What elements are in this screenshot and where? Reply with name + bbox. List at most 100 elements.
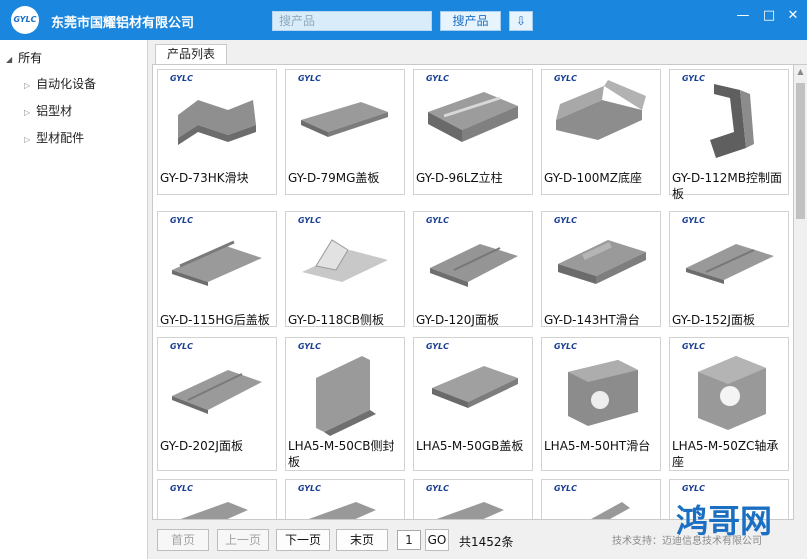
brand-mark: GYLC — [298, 74, 322, 83]
profile-render — [178, 100, 256, 145]
scroll-thumb[interactable] — [796, 83, 805, 219]
profile-render — [301, 102, 388, 137]
category-tree: ◢ 所有 ▷ 自动化设备 ▷ 铝型材 ▷ 型材配件 — [0, 40, 148, 559]
go-button[interactable]: GO — [425, 529, 449, 551]
product-name: GY-D-115HG后盖板 — [160, 313, 270, 327]
brand-mark: GYLC — [426, 342, 450, 351]
profile-render — [430, 244, 518, 287]
brand-mark: GYLC — [682, 342, 706, 351]
product-card[interactable]: GYLC GY-D-120J面板 — [413, 211, 533, 327]
product-image: GYLC — [670, 70, 788, 168]
product-card[interactable]: GYLC GY-D-100MZ底座 — [541, 69, 661, 195]
brand-mark: GYLC — [426, 484, 450, 493]
product-name: GY-D-96LZ立柱 — [416, 171, 503, 185]
tree-item-accessories[interactable]: ▷ 型材配件 — [24, 129, 84, 146]
minimize-icon[interactable]: — — [735, 8, 751, 24]
brand-mark: GYLC — [298, 342, 322, 351]
product-card[interactable]: GYLC GY-D-202J面板 — [157, 337, 277, 471]
product-card[interactable]: GYLC GY-D-112MB控制面板 — [669, 69, 789, 201]
product-name: GY-D-120J面板 — [416, 313, 499, 327]
tab-product-list[interactable]: 产品列表 — [155, 44, 227, 64]
profile-render — [428, 92, 518, 142]
profile-render — [556, 80, 646, 140]
maximize-icon[interactable]: □ — [761, 8, 777, 24]
product-card[interactable]: GYLC LHA5-M-50ZC轴承座 — [669, 337, 789, 471]
product-image: GYLC — [286, 338, 404, 436]
last-page-button[interactable]: 末页 — [336, 529, 388, 551]
product-card[interactable]: GYLC GY-D-79MG盖板 — [285, 69, 405, 195]
brand-mark: GYLC — [426, 216, 450, 225]
product-name: GY-D-202J面板 — [160, 439, 243, 453]
product-image: GYLC — [158, 480, 276, 519]
product-image: GYLC — [542, 70, 660, 168]
product-name: GY-D-73HK滑块 — [160, 171, 249, 185]
product-card[interactable]: GYLC GY-D-118CB侧板 — [285, 211, 405, 327]
search-button[interactable]: 搜产品 — [440, 11, 501, 31]
product-image: GYLC — [414, 212, 532, 310]
product-card[interactable]: GYLC GY-D-73HK滑块 — [157, 69, 277, 195]
product-card[interactable]: GYLC — [541, 479, 661, 519]
tree-root-all[interactable]: ◢ 所有 — [6, 49, 42, 66]
brand-mark: GYLC — [682, 484, 706, 493]
scroll-up-icon[interactable]: ▲ — [794, 67, 807, 79]
product-card[interactable]: GYLC GY-D-143HT滑台 — [541, 211, 661, 327]
first-page-button[interactable]: 首页 — [157, 529, 209, 551]
brand-mark: GYLC — [298, 484, 322, 493]
page-number-input[interactable]: 1 — [397, 530, 421, 550]
collapse-triangle-icon[interactable]: ▷ — [24, 135, 30, 144]
product-image: GYLC — [414, 338, 532, 436]
company-logo: GYLC — [11, 6, 39, 34]
brand-mark: GYLC — [170, 74, 194, 83]
brand-mark: GYLC — [554, 342, 578, 351]
brand-mark: GYLC — [682, 216, 706, 225]
product-image: GYLC — [542, 212, 660, 310]
product-card[interactable]: GYLC — [413, 479, 533, 519]
product-image: GYLC — [158, 338, 276, 436]
vertical-scrollbar[interactable]: ▲ — [794, 64, 807, 520]
product-card[interactable]: GYLC GY-D-115HG后盖板 — [157, 211, 277, 327]
product-image: GYLC — [286, 212, 404, 310]
product-card[interactable]: GYLC GY-D-152J面板 — [669, 211, 789, 327]
product-name: GY-D-118CB侧板 — [288, 313, 385, 327]
product-name: LHA5-M-50CB侧封板 — [288, 439, 395, 469]
collapse-triangle-icon[interactable]: ▷ — [24, 81, 30, 90]
profile-render — [302, 239, 388, 282]
collapse-triangle-icon[interactable]: ▷ — [24, 108, 30, 117]
profile-render — [568, 360, 638, 426]
product-name: LHA5-M-50ZC轴承座 — [672, 439, 779, 469]
profile-render — [172, 240, 262, 286]
product-name: GY-D-79MG盖板 — [288, 171, 380, 185]
support-text: 技术支持：迈迪信息技术有限公司 — [612, 536, 762, 547]
brand-mark: GYLC — [298, 216, 322, 225]
app-title: 东莞市国耀铝材有限公司 — [51, 16, 195, 31]
product-card[interactable]: GYLC LHA5-M-50HT滑台 — [541, 337, 661, 471]
product-card[interactable]: GYLC GY-D-96LZ立柱 — [413, 69, 533, 195]
product-image: GYLC — [158, 212, 276, 310]
prev-page-button[interactable]: 上一页 — [217, 529, 269, 551]
tree-item-aluminum[interactable]: ▷ 铝型材 — [24, 102, 72, 119]
expand-triangle-icon[interactable]: ◢ — [6, 55, 12, 64]
product-image: GYLC — [286, 480, 404, 519]
next-page-button[interactable]: 下一页 — [276, 529, 330, 551]
product-card[interactable]: GYLC LHA5-M-50GB盖板 — [413, 337, 533, 471]
profile-render — [686, 244, 774, 284]
search-input[interactable]: 搜产品 — [272, 11, 432, 31]
tree-item-label: 自动化设备 — [36, 77, 97, 91]
brand-mark: GYLC — [170, 342, 194, 351]
product-image: GYLC — [542, 480, 660, 519]
download-button[interactable]: ⇩ — [509, 11, 533, 31]
product-card[interactable]: GYLC — [285, 479, 405, 519]
product-card[interactable]: GYLC LHA5-M-50CB侧封板 — [285, 337, 405, 471]
profile-render — [316, 356, 376, 436]
profile-render — [698, 356, 766, 430]
brand-mark: GYLC — [170, 484, 194, 493]
brand-mark: GYLC — [170, 216, 194, 225]
product-image: GYLC — [542, 338, 660, 436]
tree-item-automation[interactable]: ▷ 自动化设备 — [24, 75, 96, 92]
profile-render — [710, 84, 754, 158]
total-count: 共1452条 — [459, 535, 514, 549]
product-card[interactable]: GYLC — [157, 479, 277, 519]
tab-bar: 产品列表 — [152, 40, 807, 64]
product-image: GYLC — [670, 212, 788, 310]
close-icon[interactable]: ✕ — [785, 8, 801, 24]
